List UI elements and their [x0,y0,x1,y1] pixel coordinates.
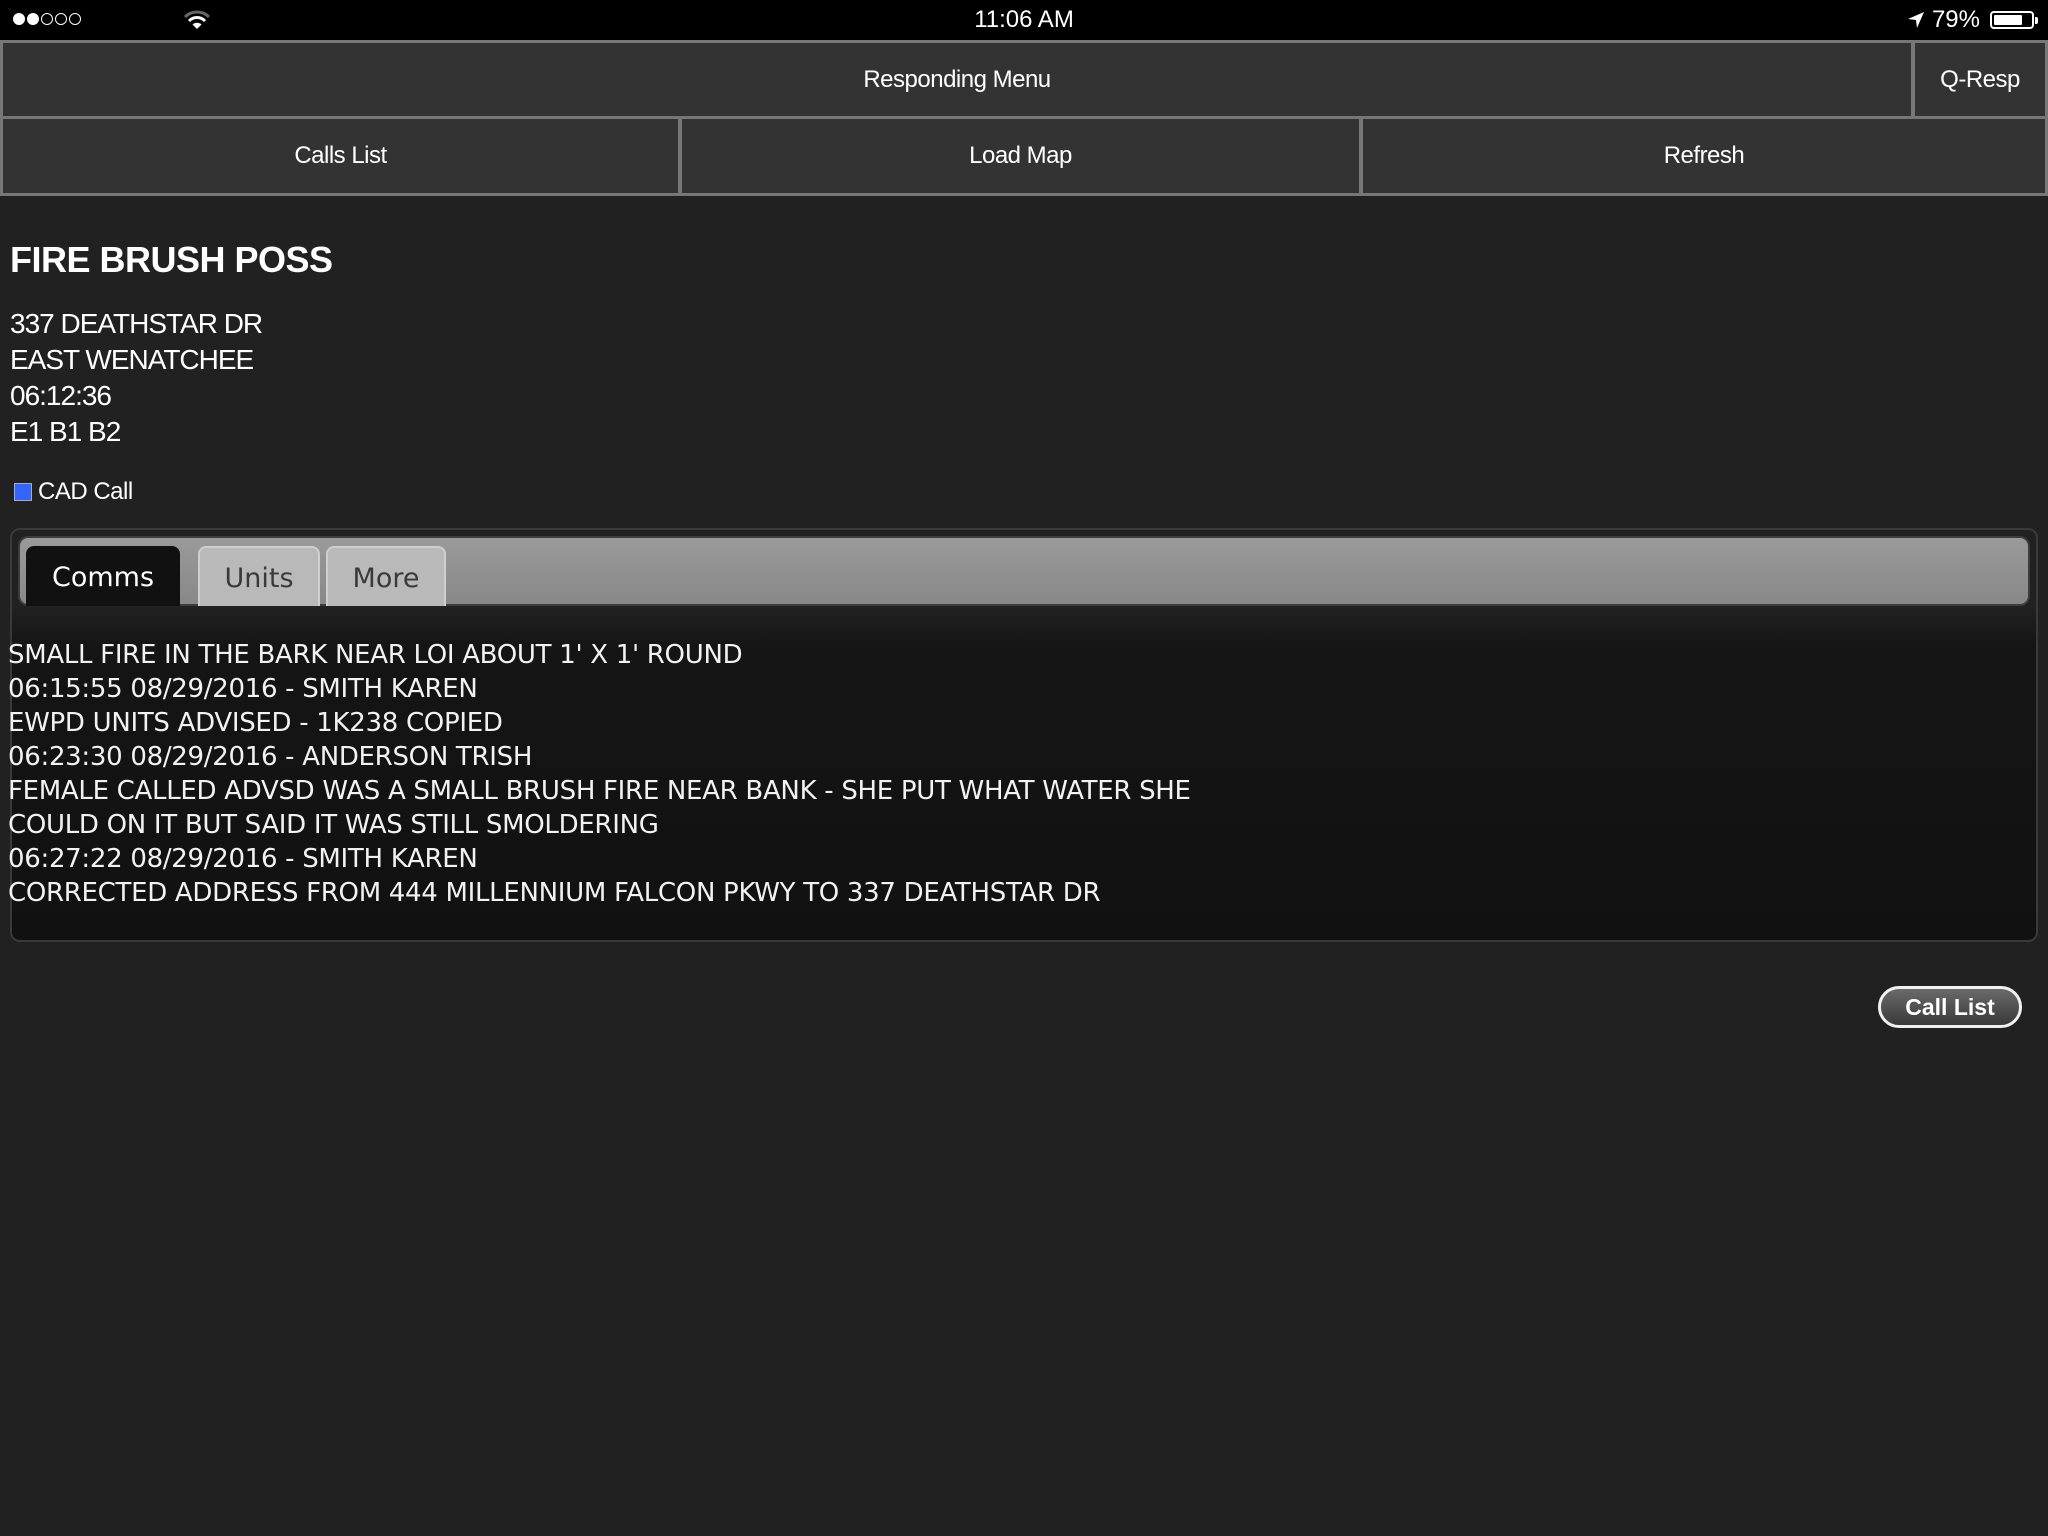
refresh-button[interactable]: Refresh [1362,118,2048,196]
status-time: 11:06 AM [974,6,1074,33]
call-list-button[interactable]: Call List [1878,986,2022,1028]
comms-line: COULD ON IT BUT SAID IT WAS STILL SMOLDE… [8,810,659,840]
cad-call-label: CAD Call [38,478,133,505]
tab-more[interactable]: More [326,546,446,608]
comms-line: EWPD UNITS ADVISED - 1K238 COPIED [8,708,503,738]
cad-call-legend: CAD Call [14,478,133,506]
comms-line: CORRECTED ADDRESS FROM 444 MILLENNIUM FA… [8,878,1101,908]
comms-line: 06:27:22 08/29/2016 - SMITH KAREN [8,844,478,874]
calls-list-button[interactable]: Calls List [0,118,681,196]
tab-comms[interactable]: Comms [26,546,180,608]
call-title: FIRE BRUSH POSS [10,239,333,280]
cad-color-swatch [14,483,32,501]
tab-units[interactable]: Units [198,546,320,608]
battery-icon [1990,11,2038,29]
call-city: EAST WENATCHEE [10,344,254,375]
call-info: FIRE BRUSH POSS 337 DEATHSTAR DR EAST WE… [10,232,333,450]
battery-level-fill [1994,15,2023,25]
call-time: 06:12:36 [10,380,112,411]
tab-bar: Comms Units More [18,536,2030,608]
top-menu-row: Responding Menu Q-Resp [0,40,2048,118]
call-address: 337 DEATHSTAR DR [10,308,263,339]
comms-log: SMALL FIRE IN THE BARK NEAR LOI ABOUT 1'… [8,638,1191,910]
action-row: Calls List Load Map Refresh [0,118,2048,196]
q-resp-button[interactable]: Q-Resp [1914,40,2048,118]
comms-line: 06:23:30 08/29/2016 - ANDERSON TRISH [8,742,533,772]
load-map-button[interactable]: Load Map [681,118,1362,196]
comms-line: 06:15:55 08/29/2016 - SMITH KAREN [8,674,478,704]
comms-line: FEMALE CALLED ADVSD WAS A SMALL BRUSH FI… [8,776,1191,806]
location-arrow-icon [1907,12,1924,28]
status-bar: 11:06 AM 79% [0,0,2048,40]
comms-line: SMALL FIRE IN THE BARK NEAR LOI ABOUT 1'… [8,640,743,670]
call-units: E1 B1 B2 [10,416,121,447]
battery-percent: 79% [1931,6,1980,33]
responding-menu-button[interactable]: Responding Menu [0,40,1914,118]
battery-tip [2035,17,2038,24]
